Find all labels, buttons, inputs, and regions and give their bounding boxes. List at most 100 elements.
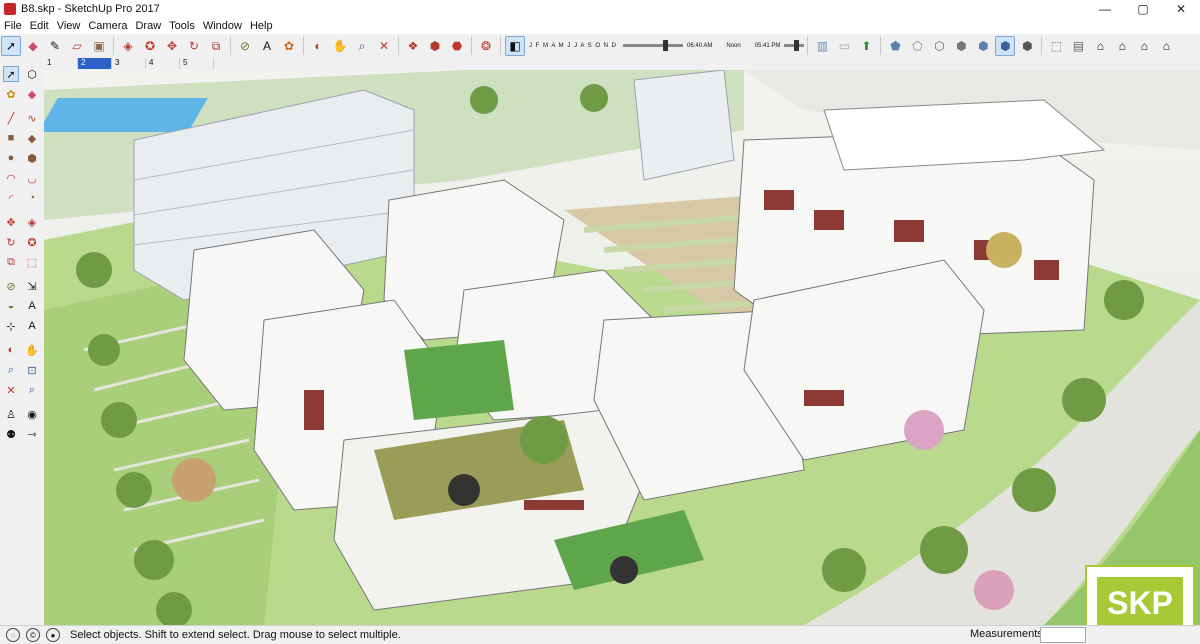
menu-window[interactable]: Window (199, 20, 246, 32)
rotate-icon[interactable]: ↻ (184, 36, 204, 56)
wireframe-icon[interactable]: ⬡ (929, 36, 949, 56)
menu-draw[interactable]: Draw (131, 20, 165, 32)
select-icon[interactable]: ➚ (3, 66, 19, 82)
share-model-icon[interactable]: ⬢ (425, 36, 445, 56)
hidden-line-icon[interactable]: ⬢ (951, 36, 971, 56)
menu-file[interactable]: File (0, 20, 26, 32)
eraser-icon[interactable]: ◆ (24, 86, 40, 102)
zoom-extents-icon[interactable]: ✕ (3, 382, 19, 398)
pie-icon[interactable]: ◔ (24, 190, 40, 206)
3d-warehouse-icon[interactable]: ✿ (279, 36, 299, 56)
follow-me-icon[interactable]: ✪ (140, 36, 160, 56)
3d-text-icon[interactable]: A (24, 318, 40, 334)
push-pull-icon[interactable]: ◈ (118, 36, 138, 56)
line-icon[interactable]: ╱ (3, 110, 19, 126)
display-section-icon[interactable]: ▭ (834, 36, 854, 56)
zoom-extents-icon[interactable]: ✕ (374, 36, 394, 56)
eraser-icon[interactable]: ◆ (23, 36, 43, 56)
section-plane-icon[interactable]: ⇾ (24, 426, 40, 442)
rotated-rectangle-icon[interactable]: ◆ (24, 130, 40, 146)
offset-icon[interactable]: ⬚ (24, 254, 40, 270)
shadow-toggle-icon[interactable]: ◧ (505, 36, 525, 56)
menu-tools[interactable]: Tools (165, 20, 199, 32)
right-view-icon[interactable]: ⌂ (1112, 36, 1132, 56)
pencil-icon[interactable]: ✎ (45, 36, 65, 56)
minimize-button[interactable]: — (1086, 0, 1124, 18)
previous-view-icon[interactable]: ⌕ (24, 382, 40, 398)
move-icon[interactable]: ✥ (162, 36, 182, 56)
shaded-icon[interactable]: ⬢ (973, 36, 993, 56)
close-button[interactable]: ✕ (1162, 0, 1200, 18)
arc-icon[interactable]: ◠ (3, 170, 19, 186)
tape-measure-icon[interactable]: ⊘ (3, 278, 19, 294)
shadow-month-selector[interactable]: J F M A M J J A S O N D (529, 38, 617, 54)
left-view-icon[interactable]: ⌂ (1156, 36, 1176, 56)
layer-icon[interactable]: ❂ (476, 36, 496, 56)
two-point-arc-icon[interactable]: ◡ (24, 170, 40, 186)
paint-bucket-icon[interactable]: ▣ (89, 36, 109, 56)
text-icon[interactable]: A (257, 36, 277, 56)
polygon-icon[interactable]: ⬢ (24, 150, 40, 166)
paint-bucket-icon[interactable]: ✿ (3, 86, 19, 102)
xray-style-icon[interactable]: ⬟ (885, 36, 905, 56)
walk-icon[interactable]: ⚉ (3, 426, 19, 442)
scene-tab-4[interactable]: 4 (146, 58, 180, 69)
move-icon[interactable]: ✥ (3, 214, 19, 230)
top-view-icon[interactable]: ▤ (1068, 36, 1088, 56)
front-view-icon[interactable]: ⌂ (1090, 36, 1110, 56)
measurements-input[interactable] (1040, 627, 1086, 643)
circle-icon[interactable]: ● (3, 150, 19, 166)
freehand-icon[interactable]: ∿ (24, 110, 40, 126)
push-pull-icon[interactable]: ◈ (24, 214, 40, 230)
menu-help[interactable]: Help (246, 20, 277, 32)
geo-location-status-icon[interactable]: ◌ (6, 628, 20, 642)
zoom-icon[interactable]: ⌕ (3, 362, 19, 378)
shadow-date-slider[interactable] (623, 39, 684, 53)
scale-icon[interactable]: ⧉ (3, 254, 19, 270)
zoom-icon[interactable]: ⌕ (352, 36, 372, 56)
tape-measure-icon[interactable]: ⊘ (235, 36, 255, 56)
back-edges-icon[interactable]: ⬠ (907, 36, 927, 56)
text-icon[interactable]: A (24, 298, 40, 314)
section-plane-icon[interactable]: ▥ (812, 36, 832, 56)
geo-location-icon[interactable]: ⬆ (856, 36, 876, 56)
menu-edit[interactable]: Edit (26, 20, 53, 32)
protractor-icon[interactable]: ◒ (3, 298, 19, 314)
scene-tab-3[interactable]: 3 (112, 58, 146, 69)
user-icon[interactable]: ● (46, 628, 60, 642)
shaded-textures-icon[interactable]: ⬢ (995, 36, 1016, 56)
pan-icon[interactable]: ✋ (24, 342, 40, 358)
iso-view-icon[interactable]: ⬚ (1046, 36, 1066, 56)
maximize-button[interactable]: ▢ (1124, 0, 1162, 18)
scene-tab-1[interactable]: 1 (44, 58, 78, 69)
look-around-icon[interactable]: ◉ (24, 406, 40, 422)
scene-tab-2[interactable]: 2 (78, 58, 112, 69)
dimension-icon[interactable]: ⇲ (24, 278, 40, 294)
three-point-arc-icon[interactable]: ◜ (3, 190, 19, 206)
axes-icon[interactable]: ⊹ (3, 318, 19, 334)
make-component-icon[interactable]: ⬡ (24, 66, 40, 82)
slider-knob[interactable] (794, 40, 800, 51)
component-icon[interactable]: ❖ (403, 36, 423, 56)
slider-knob[interactable] (663, 40, 669, 51)
scene-tab-5[interactable]: 5 (180, 58, 214, 69)
select-tool-icon[interactable]: ➚ (1, 36, 21, 56)
monochrome-icon[interactable]: ⬢ (1017, 36, 1037, 56)
orbit-icon[interactable]: ◐ (308, 36, 328, 56)
rectangle-icon[interactable]: ■ (3, 130, 19, 146)
pan-icon[interactable]: ✋ (330, 36, 350, 56)
model-viewport[interactable]: SKP (44, 70, 1200, 625)
extension-warehouse-icon[interactable]: ⬣ (447, 36, 467, 56)
position-camera-icon[interactable]: ♙ (3, 406, 19, 422)
scale-icon[interactable]: ⧉ (206, 36, 226, 56)
follow-me-icon[interactable]: ✪ (24, 234, 40, 250)
shapes-icon[interactable]: ▱ (67, 36, 87, 56)
menu-view[interactable]: View (53, 20, 85, 32)
menu-camera[interactable]: Camera (84, 20, 131, 32)
shadow-time-slider[interactable] (784, 39, 805, 53)
zoom-window-icon[interactable]: ⊡ (24, 362, 40, 378)
rotate-icon[interactable]: ↻ (3, 234, 19, 250)
credits-icon[interactable]: © (26, 628, 40, 642)
orbit-icon[interactable]: ◐ (3, 342, 19, 358)
back-view-icon[interactable]: ⌂ (1134, 36, 1154, 56)
